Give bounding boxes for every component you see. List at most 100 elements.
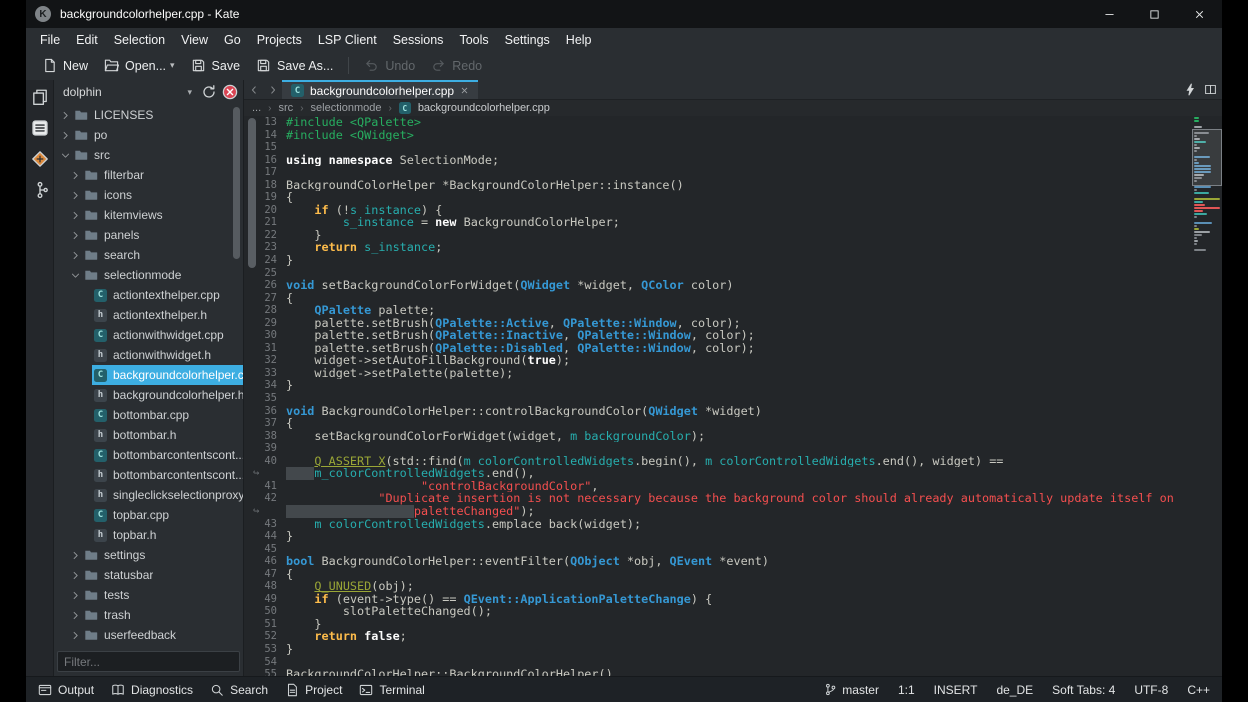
menu-selection[interactable]: Selection: [106, 30, 173, 50]
tree-item-filterbar[interactable]: filterbar: [54, 165, 243, 185]
code-line[interactable]: 17: [244, 166, 1192, 179]
code-line[interactable]: 26void setBackgroundColorForWidget(QWidg…: [244, 279, 1192, 292]
code-line[interactable]: 45: [244, 543, 1192, 556]
git-icon[interactable]: [30, 149, 50, 169]
code-line[interactable]: 49 if (event->type() == QEvent::Applicat…: [244, 593, 1192, 606]
chevron-right-icon[interactable]: [69, 251, 82, 260]
code-line[interactable]: 13#include <QPalette>: [244, 116, 1192, 129]
chevron-right-icon[interactable]: [59, 131, 72, 140]
tree-item-bottombarcontentscont[interactable]: hbottombarcontentscont...: [54, 465, 243, 485]
code-line[interactable]: 43 m_colorControlledWidgets.emplace_back…: [244, 518, 1192, 531]
tree-item-backgroundcolorhelper-c[interactable]: Cbackgroundcolorhelper.c...: [54, 365, 243, 385]
tab-mode[interactable]: Soft Tabs: 4: [1052, 683, 1115, 697]
code-line[interactable]: 30 palette.setBrush(QPalette::Inactive, …: [244, 329, 1192, 342]
undo-button[interactable]: Undo: [356, 54, 423, 77]
code-line[interactable]: 42 "Duplicate insertion is not necessary…: [244, 492, 1192, 505]
chevron-right-icon[interactable]: [69, 231, 82, 240]
tree-item-tests[interactable]: tests: [54, 585, 243, 605]
code-line[interactable]: ↪ m_colorControlledWidgets.end(),: [244, 467, 1192, 480]
code-line[interactable]: 53}: [244, 643, 1192, 656]
dictionary[interactable]: de_DE: [996, 683, 1033, 697]
close-project-icon[interactable]: [222, 84, 238, 100]
tree-scrollbar[interactable]: [233, 107, 240, 259]
code-line[interactable]: 23 return s_instance;: [244, 241, 1192, 254]
save-button[interactable]: Save: [183, 54, 249, 77]
maximize-button[interactable]: [1132, 0, 1177, 28]
tree-item-trash[interactable]: trash: [54, 605, 243, 625]
code-line[interactable]: 29 palette.setBrush(QPalette::Active, QP…: [244, 317, 1192, 330]
split-view-icon[interactable]: [1202, 80, 1219, 99]
menu-tools[interactable]: Tools: [451, 30, 496, 50]
code-line[interactable]: 54: [244, 656, 1192, 669]
code-line[interactable]: 18BackgroundColorHelper *BackgroundColor…: [244, 179, 1192, 192]
tree-item-settings[interactable]: settings: [54, 545, 243, 565]
refresh-icon[interactable]: [201, 84, 217, 100]
code-line[interactable]: 15: [244, 141, 1192, 154]
quick-open-icon[interactable]: [1182, 80, 1199, 99]
code-line[interactable]: 41 "controlBackgroundColor",: [244, 480, 1192, 493]
chevron-right-icon[interactable]: [69, 611, 82, 620]
input-mode[interactable]: INSERT: [934, 683, 978, 697]
syntax-language[interactable]: C++: [1187, 683, 1210, 697]
chevron-right-icon[interactable]: [69, 191, 82, 200]
code-line[interactable]: 44}: [244, 530, 1192, 543]
breadcrumb-item[interactable]: selectionmode: [311, 102, 382, 114]
code-line[interactable]: 52 return false;: [244, 630, 1192, 643]
code-line[interactable]: 32 widget->setAutoFillBackground(true);: [244, 354, 1192, 367]
breadcrumb-item[interactable]: ...: [252, 102, 261, 114]
tree-item-search[interactable]: search: [54, 245, 243, 265]
menu-help[interactable]: Help: [558, 30, 600, 50]
breadcrumb-item[interactable]: backgroundcolorhelper.cpp: [418, 102, 550, 114]
symbols-icon[interactable]: [30, 180, 50, 200]
code-line[interactable]: 14#include <QWidget>: [244, 129, 1192, 142]
code-line[interactable]: 39: [244, 442, 1192, 455]
menu-edit[interactable]: Edit: [68, 30, 106, 50]
code-line[interactable]: 40 Q_ASSERT_X(std::find(m_colorControlle…: [244, 455, 1192, 468]
code-line[interactable]: 38 setBackgroundColorForWidget(widget, m…: [244, 430, 1192, 443]
code-line[interactable]: 20 if (!s_instance) {: [244, 204, 1192, 217]
code-line[interactable]: 24}: [244, 254, 1192, 267]
save-as-button[interactable]: Save As...: [248, 54, 341, 77]
git-branch-indicator[interactable]: master: [824, 683, 879, 697]
code-line[interactable]: 21 s_instance = new BackgroundColorHelpe…: [244, 216, 1192, 229]
redo-button[interactable]: Redo: [423, 54, 490, 77]
code-line[interactable]: 55BackgroundColorHelper::BackgroundColor…: [244, 668, 1192, 676]
tab-close-icon[interactable]: [460, 84, 469, 98]
chevron-right-icon[interactable]: [69, 211, 82, 220]
code-line[interactable]: 19{: [244, 191, 1192, 204]
tree-item-bottombarcontentscont[interactable]: Cbottombarcontentscont...: [54, 445, 243, 465]
project-selector[interactable]: dolphin ▾: [59, 83, 196, 101]
code-line[interactable]: 47{: [244, 568, 1192, 581]
tree-item-backgroundcolorhelper-h[interactable]: hbackgroundcolorhelper.h: [54, 385, 243, 405]
cursor-position[interactable]: 1:1: [898, 683, 915, 697]
tree-item-actiontexthelper-cpp[interactable]: Cactiontexthelper.cpp: [54, 285, 243, 305]
tree-item-panels[interactable]: panels: [54, 225, 243, 245]
statusbar-panel-terminal[interactable]: Terminal: [359, 683, 424, 697]
tab-next-icon[interactable]: [263, 80, 282, 99]
minimap[interactable]: [1192, 116, 1222, 676]
tree-item-bottombar-cpp[interactable]: Cbottombar.cpp: [54, 405, 243, 425]
tab-backgroundcolorhelper[interactable]: C backgroundcolorhelper.cpp: [282, 80, 478, 99]
tree-item-statusbar[interactable]: statusbar: [54, 565, 243, 585]
tree-item-po[interactable]: po: [54, 125, 243, 145]
code-line[interactable]: 46bool BackgroundColorHelper::eventFilte…: [244, 555, 1192, 568]
chevron-down-icon[interactable]: [69, 271, 82, 280]
menu-settings[interactable]: Settings: [497, 30, 558, 50]
code-line[interactable]: 16using namespace SelectionMode;: [244, 154, 1192, 167]
statusbar-panel-search[interactable]: Search: [210, 683, 268, 697]
code-line[interactable]: 48 Q_UNUSED(obj);: [244, 580, 1192, 593]
code-line[interactable]: 36void BackgroundColorHelper::controlBac…: [244, 405, 1192, 418]
chevron-right-icon[interactable]: [69, 571, 82, 580]
tree-item-icons[interactable]: icons: [54, 185, 243, 205]
projects-panel-icon[interactable]: [30, 118, 50, 138]
chevron-down-icon[interactable]: [59, 151, 72, 160]
minimap-viewport[interactable]: [1192, 129, 1222, 186]
filter-input[interactable]: [58, 652, 239, 671]
encoding[interactable]: UTF-8: [1134, 683, 1168, 697]
code-line[interactable]: 25: [244, 267, 1192, 280]
menu-sessions[interactable]: Sessions: [385, 30, 452, 50]
tree-item-kitemviews[interactable]: kitemviews: [54, 205, 243, 225]
tree-item-src[interactable]: src: [54, 145, 243, 165]
tree-item-actionwithwidget-h[interactable]: hactionwithwidget.h: [54, 345, 243, 365]
code-line[interactable]: 27{: [244, 292, 1192, 305]
